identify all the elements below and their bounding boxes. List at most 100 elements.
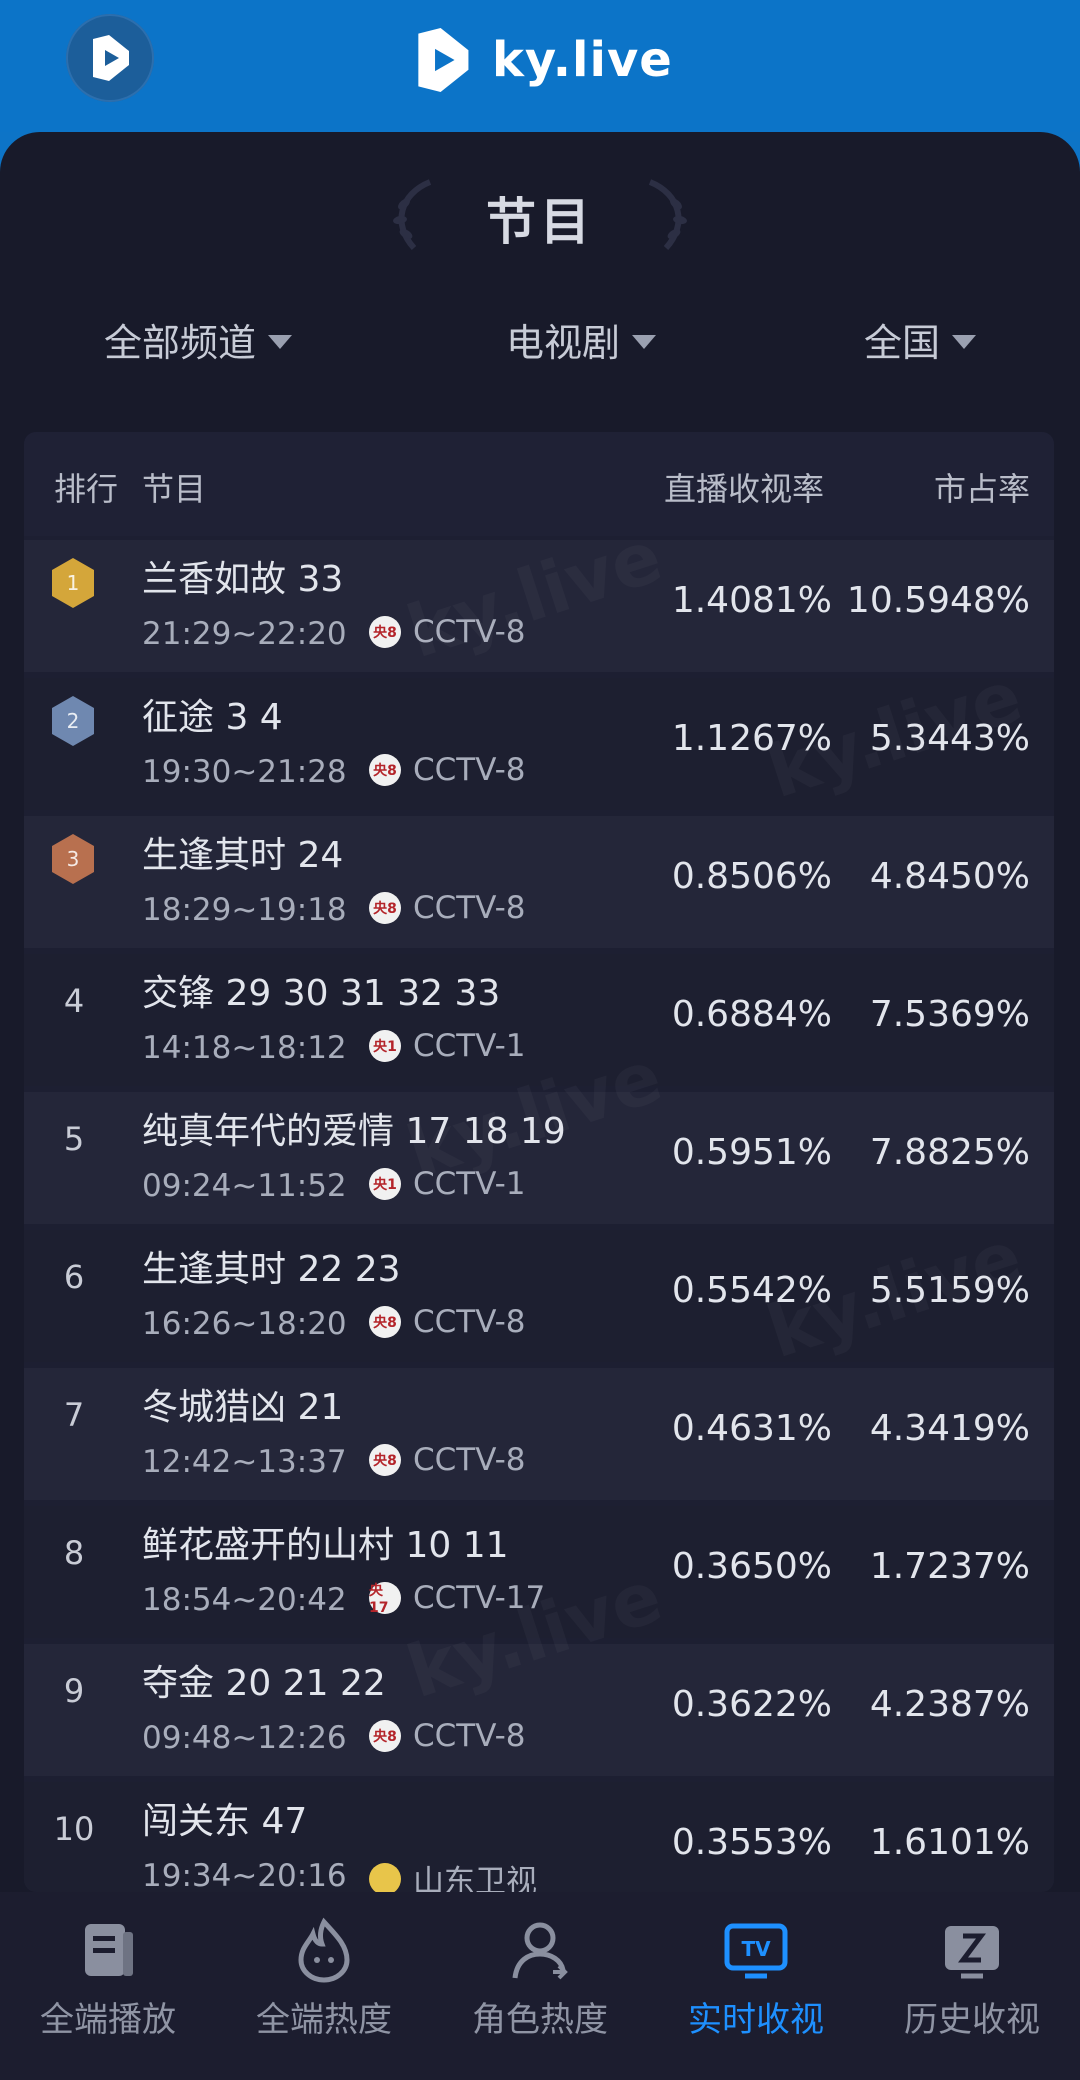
channel-logo-icon: 央1 [369,1168,401,1200]
genre-filter-dropdown[interactable]: 电视剧 [506,312,657,367]
rank-number: 10 [53,1810,95,1848]
live-rating: 0.3622% [671,1684,832,1725]
svg-text:TV: TV [741,1937,771,1961]
market-share: 4.8450% [869,856,1030,897]
air-time: 14:18~18:12 [142,1030,347,1066]
nav-all-platform-play[interactable]: 全端播放 [0,1902,216,2072]
top-bar: ky.live [0,0,1080,132]
brand-name: ky.live [492,32,673,88]
market-share: 1.7237% [869,1546,1030,1587]
rank-number: 8 [63,1534,85,1572]
live-rating: 0.4631% [671,1408,832,1449]
nav-label: 角色热度 [472,2000,608,2040]
nav-character-heat[interactable]: 角色热度 [432,1902,648,2072]
market-share: 4.2387% [869,1684,1030,1725]
market-share: 5.3443% [869,718,1030,759]
channel-logo-icon: 央8 [369,1444,401,1476]
region-filter-label: 全国 [864,321,941,365]
live-rating: 0.5951% [671,1132,832,1173]
channel-logo-icon: 央8 [369,1306,401,1338]
channel: 央8 CCTV-8 [369,752,526,788]
program-name: 征途 3 4 [142,697,283,738]
air-time: 18:54~20:42 [142,1582,347,1618]
channel: 央8 CCTV-8 [369,890,526,926]
channel-name: CCTV-8 [413,890,526,926]
program-name: 鲜花盛开的山村 10 11 [142,1525,509,1566]
table-row[interactable]: 3 生逢其时 24 18:29~19:18 央8 CCTV-8 0.8506% … [24,816,1054,948]
channel: 山东卫视 [369,1856,537,1892]
book-icon [85,1924,133,1976]
channel-filter-label: 全部频道 [104,321,257,365]
program-name: 生逢其时 24 [142,835,344,876]
air-time: 12:42~13:37 [142,1444,347,1480]
channel: 央8 CCTV-8 [369,1304,526,1340]
program-name: 闯关东 47 [142,1801,308,1842]
nav-label: 全端热度 [256,2000,392,2040]
brand-logo-icon [418,28,469,92]
caret-down-icon [632,334,657,349]
air-time: 21:29~22:20 [142,616,347,652]
channel-logo-icon: 央1 [369,1030,401,1062]
live-rating: 0.8506% [671,856,832,897]
page-title: 节目 [486,193,594,251]
channel-logo-icon: 央17 [369,1582,401,1616]
channel: 央8 CCTV-8 [369,614,526,650]
channel: 央8 CCTV-8 [369,1718,526,1754]
table-row[interactable]: 6 生逢其时 22 23 16:26~18:20 央8 CCTV-8 0.554… [24,1230,1054,1362]
history-icon [945,1926,999,1979]
filter-bar: 全部频道 电视剧 全国 [0,312,1080,372]
program-name: 生逢其时 22 23 [142,1249,401,1290]
program-name: 夺金 20 21 22 [142,1663,386,1704]
channel-name: CCTV-17 [413,1580,546,1616]
table-row[interactable]: 1 兰香如故 33 21:29~22:20 央8 CCTV-8 1.4081% … [24,540,1054,672]
rank-medal-icon: 2 [52,696,94,746]
market-share: 7.8825% [869,1132,1030,1173]
nav-realtime-ratings[interactable]: TV 实时收视 [648,1902,864,2072]
live-rating: 0.3650% [671,1546,832,1587]
live-rating: 1.1267% [671,718,832,759]
market-share: 5.5159% [869,1270,1030,1311]
region-filter-dropdown[interactable]: 全国 [864,312,977,367]
channel-logo-icon: 央8 [369,754,401,786]
main-panel: 节目 全部频道 电视剧 全国 排行 节目 直播收视率 市占率 1 兰香如故 33 [0,132,1080,1892]
tv-icon: TV [724,1923,788,1979]
channel: 央8 CCTV-8 [369,1442,526,1478]
person-icon [512,1922,568,1980]
channel-logo-icon: 央8 [369,1720,401,1752]
channel-name: CCTV-8 [413,614,526,650]
nav-all-platform-heat[interactable]: 全端热度 [216,1902,432,2072]
table-row[interactable]: 8 鲜花盛开的山村 10 11 18:54~20:42 央17 CCTV-17 … [24,1506,1054,1638]
market-share: 4.3419% [869,1408,1030,1449]
table-row[interactable]: 7 冬城猎凶 21 12:42~13:37 央8 CCTV-8 0.4631% … [24,1368,1054,1500]
channel-filter-dropdown[interactable]: 全部频道 [104,312,293,367]
air-time: 16:26~18:20 [142,1306,347,1342]
brand: ky.live [410,20,673,100]
program-name: 交锋 29 30 31 32 33 [142,973,501,1014]
rank-number: 3 [67,847,80,871]
air-time: 09:48~12:26 [142,1720,347,1756]
channel-name: 山东卫视 [413,1864,537,1892]
live-rating: 1.4081% [671,580,832,621]
program-name: 冬城猎凶 21 [142,1387,344,1428]
table-row[interactable]: 4 交锋 29 30 31 32 33 14:18~18:12 央1 CCTV-… [24,954,1054,1086]
air-time: 09:24~11:52 [142,1168,347,1204]
rank-medal-icon: 3 [52,834,94,884]
table-row[interactable]: 10 闯关东 47 19:34~20:16 山东卫视 0.3553% 1.610… [24,1782,1054,1892]
air-time: 19:30~21:28 [142,754,347,790]
nav-history-ratings[interactable]: 历史收视 [864,1902,1080,2072]
table-row[interactable]: 5 纯真年代的爱情 17 18 19 09:24~11:52 央1 CCTV-1… [24,1092,1054,1224]
genre-filter-label: 电视剧 [506,321,621,365]
table-row[interactable]: 9 夺金 20 21 22 09:48~12:26 央8 CCTV-8 0.36… [24,1644,1054,1776]
nav-label: 全端播放 [40,2000,176,2040]
table-row[interactable]: 2 征途 3 4 19:30~21:28 央8 CCTV-8 1.1267% 5… [24,678,1054,810]
app-logo-button[interactable] [66,14,154,102]
channel-name: CCTV-8 [413,1304,526,1340]
market-share: 1.6101% [869,1822,1030,1863]
live-rating: 0.3553% [671,1822,832,1863]
rank-number: 2 [67,709,80,733]
channel: 央17 CCTV-17 [369,1580,545,1616]
ratings-table: 排行 节目 直播收视率 市占率 1 兰香如故 33 21:29~22:20 央8… [24,432,1054,1892]
play-logo-icon [93,35,129,81]
channel-logo-icon: 央8 [369,892,401,924]
header-rating: 直播收视率 [664,470,825,508]
